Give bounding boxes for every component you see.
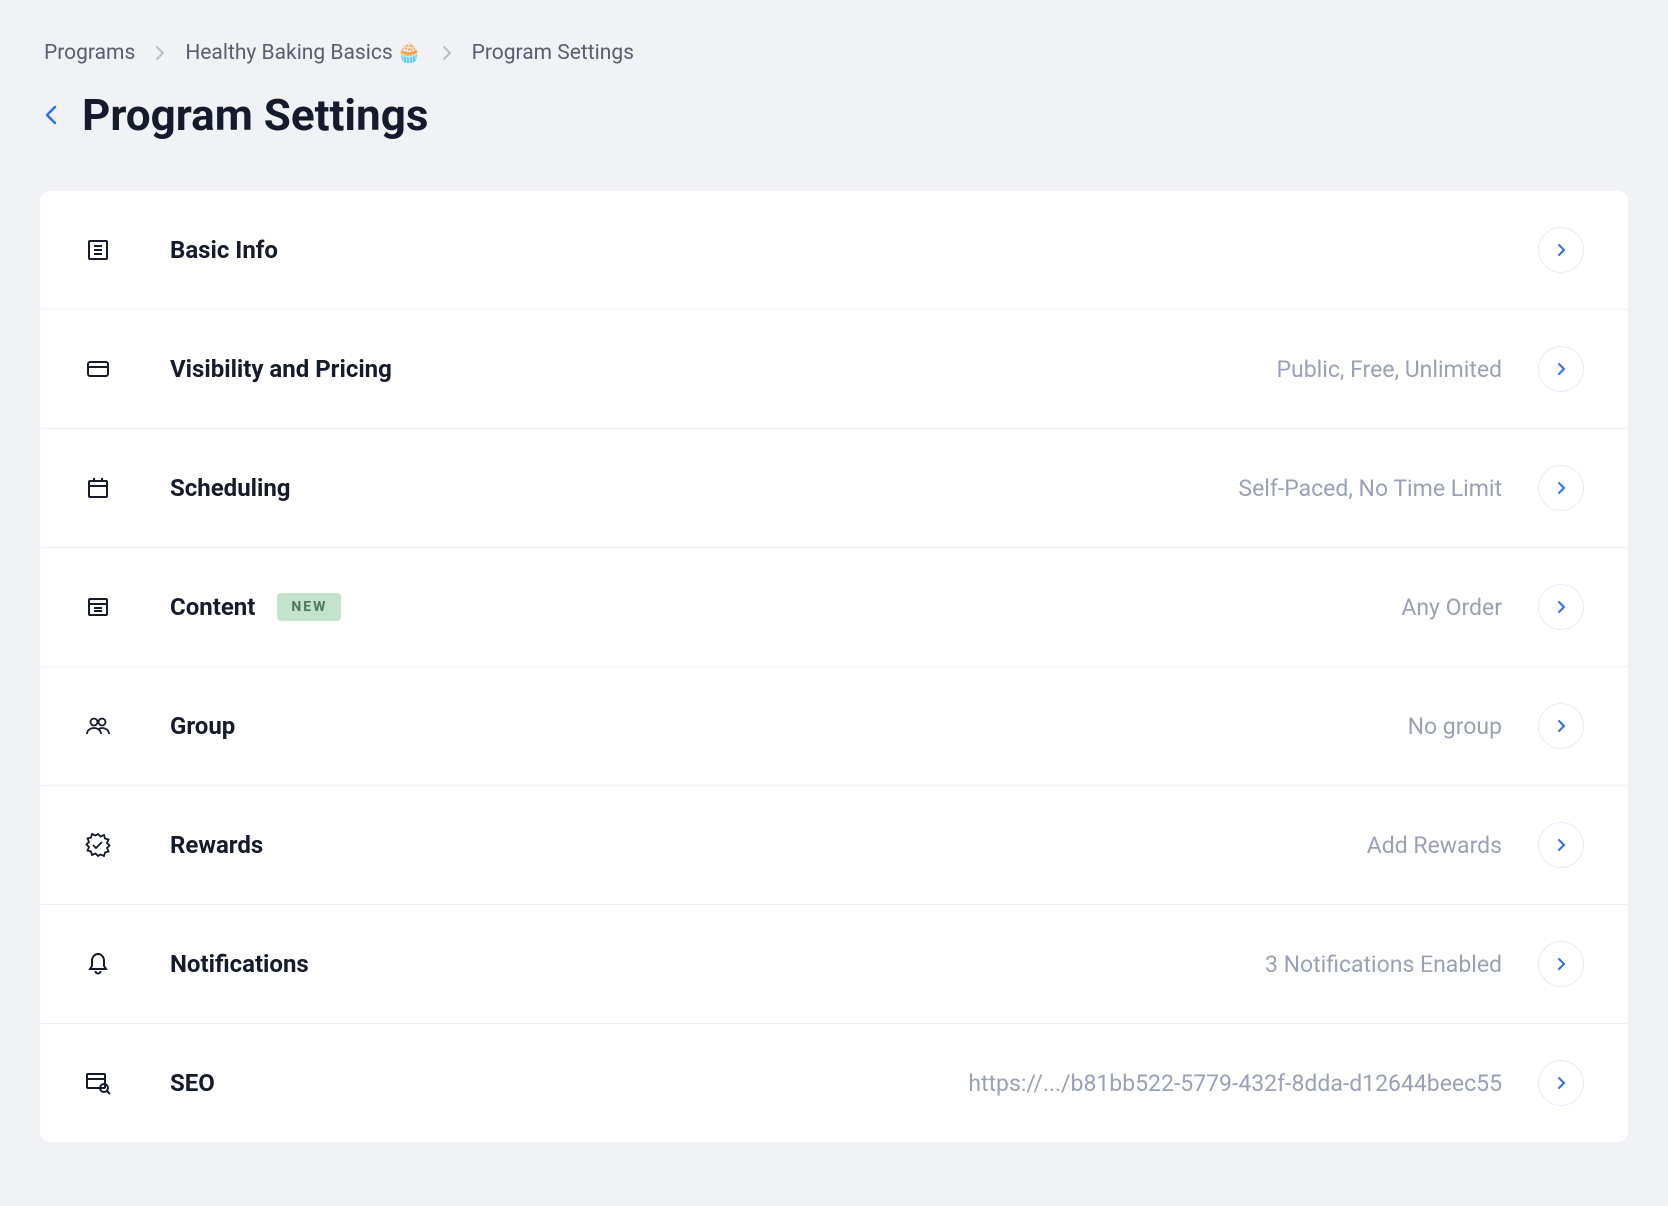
settings-row-basic-info[interactable]: Basic Info (40, 191, 1628, 310)
group-icon (84, 712, 112, 740)
card-icon (84, 355, 112, 383)
chevron-right-icon (1538, 227, 1584, 273)
row-value: Self-Paced, No Time Limit (1238, 475, 1502, 502)
chevron-right-icon (1538, 703, 1584, 749)
page-title: Program Settings (82, 89, 428, 141)
breadcrumb-item-program-name[interactable]: Healthy Baking Basics🧁 (185, 40, 421, 65)
row-label: SEO (170, 1069, 215, 1097)
settings-row-visibility-pricing[interactable]: Visibility and Pricing Public, Free, Unl… (40, 310, 1628, 429)
settings-row-content[interactable]: Content NEW Any Order (40, 548, 1628, 667)
row-value: 3 Notifications Enabled (1265, 951, 1502, 978)
bell-icon (84, 950, 112, 978)
chevron-right-icon (155, 45, 165, 61)
settings-row-group[interactable]: Group No group (40, 667, 1628, 786)
row-label: Notifications (170, 950, 309, 978)
row-value: Add Rewards (1367, 832, 1502, 859)
settings-row-scheduling[interactable]: Scheduling Self-Paced, No Time Limit (40, 429, 1628, 548)
calendar-icon (84, 474, 112, 502)
new-badge: NEW (277, 593, 341, 621)
chevron-right-icon (1538, 822, 1584, 868)
chevron-right-icon (1538, 346, 1584, 392)
row-value: Public, Free, Unlimited (1277, 356, 1502, 383)
row-label: Scheduling (170, 474, 291, 502)
chevron-right-icon (1538, 1060, 1584, 1106)
breadcrumb-item-programs[interactable]: Programs (44, 41, 135, 65)
row-label: Group (170, 712, 235, 740)
page-header: Program Settings (44, 89, 1628, 141)
settings-row-seo[interactable]: SEO https://.../b81bb522-5779-432f-8dda-… (40, 1024, 1628, 1142)
cupcake-icon: 🧁 (397, 40, 422, 64)
breadcrumb-item-current: Program Settings (472, 41, 634, 65)
seo-icon (84, 1069, 112, 1097)
breadcrumb: Programs Healthy Baking Basics🧁 Program … (44, 40, 1628, 65)
row-label: Visibility and Pricing (170, 355, 392, 383)
row-value: Any Order (1401, 594, 1502, 621)
settings-row-rewards[interactable]: Rewards Add Rewards (40, 786, 1628, 905)
settings-list: Basic Info Visibility and Pricing Public… (40, 191, 1628, 1142)
chevron-right-icon (1538, 465, 1584, 511)
settings-row-notifications[interactable]: Notifications 3 Notifications Enabled (40, 905, 1628, 1024)
chevron-right-icon (1538, 941, 1584, 987)
row-label: Basic Info (170, 236, 278, 264)
chevron-right-icon (442, 45, 452, 61)
content-icon (84, 593, 112, 621)
document-icon (84, 236, 112, 264)
row-value: No group (1408, 713, 1502, 740)
row-label: Rewards (170, 831, 263, 859)
row-label: Content (170, 593, 255, 621)
rewards-icon (84, 831, 112, 859)
chevron-right-icon (1538, 584, 1584, 630)
back-button[interactable] (44, 104, 58, 126)
row-value: https://.../b81bb522-5779-432f-8dda-d126… (968, 1070, 1502, 1097)
